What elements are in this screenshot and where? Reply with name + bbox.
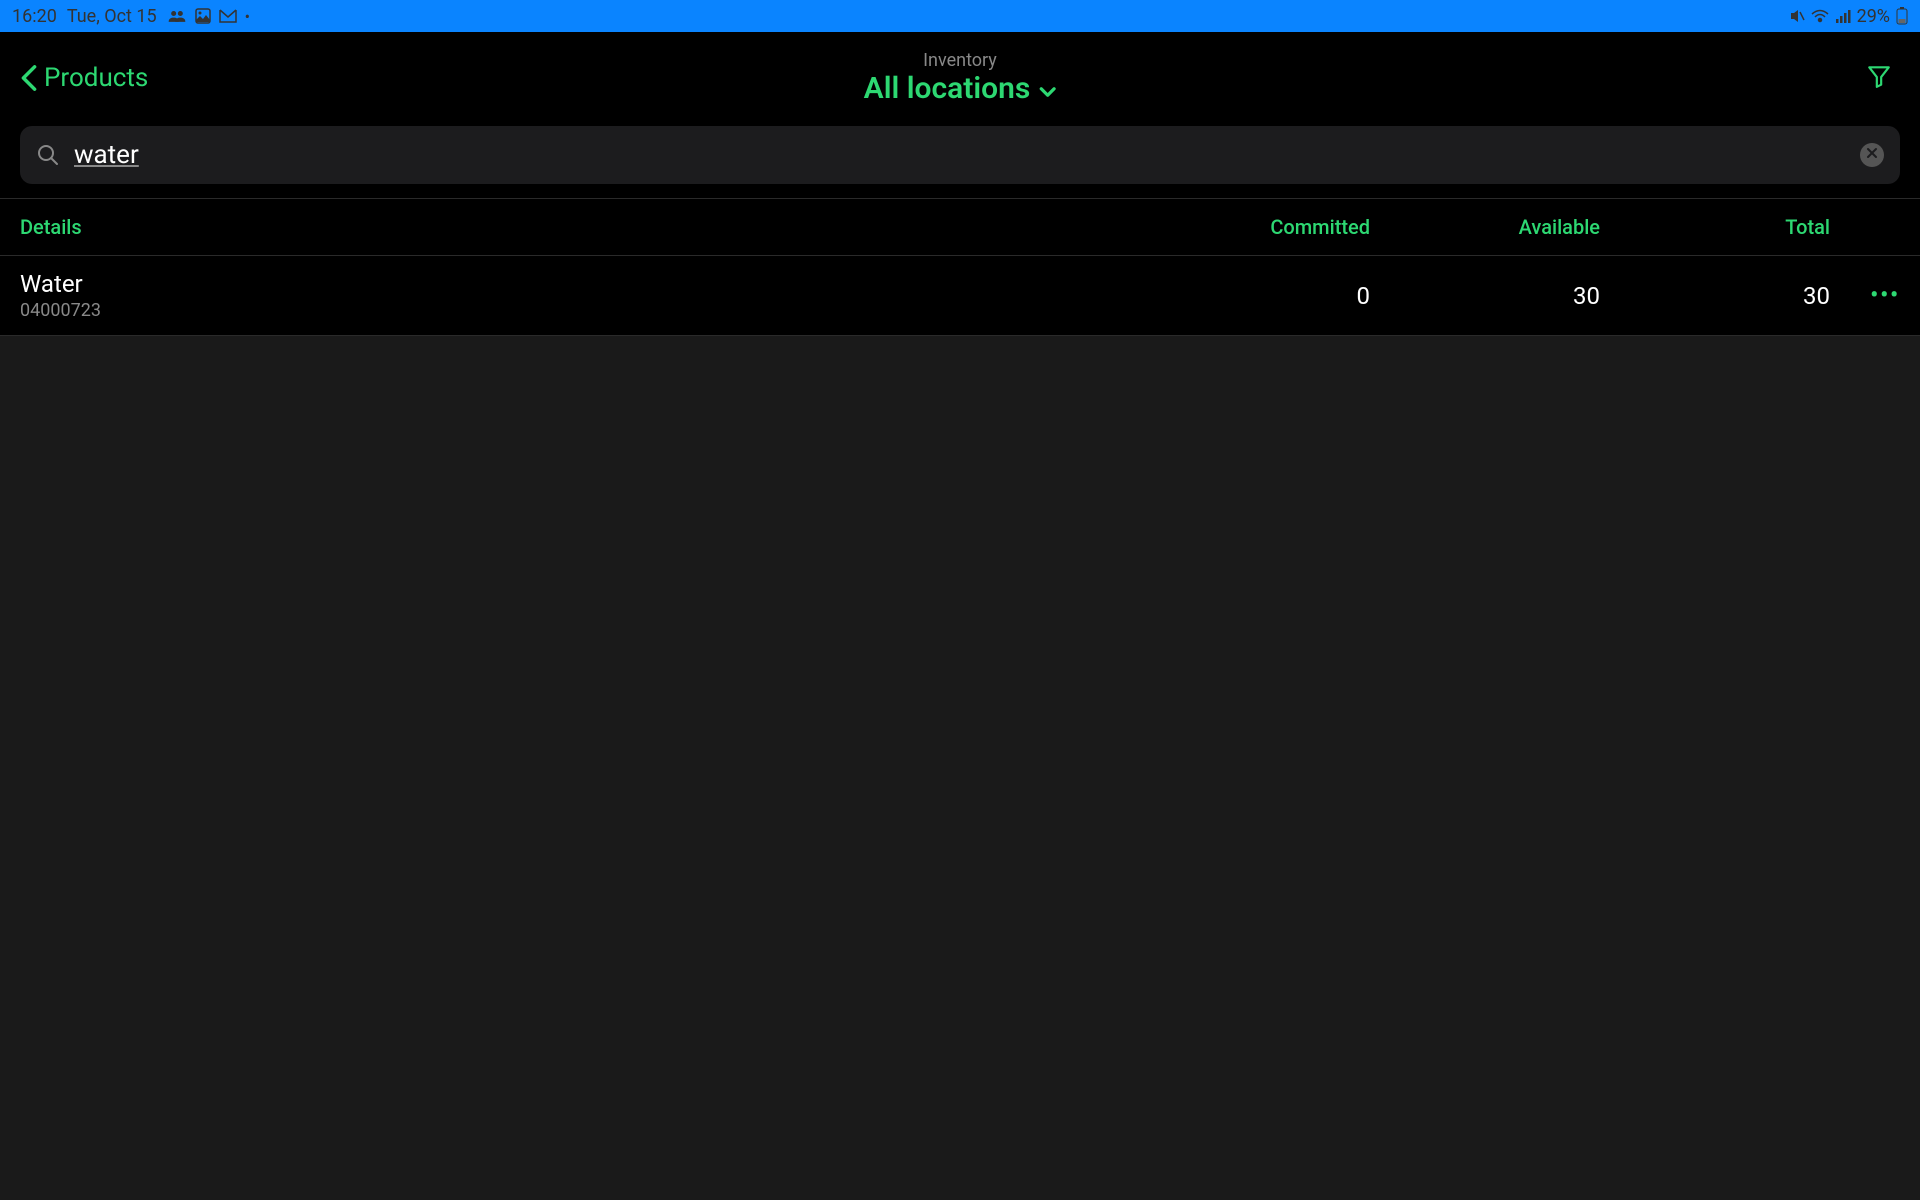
battery-icon	[1896, 7, 1908, 25]
close-icon	[1866, 147, 1878, 163]
status-right: 29%	[1789, 6, 1908, 27]
location-selector[interactable]: All locations	[864, 71, 1057, 106]
status-time: 16:20	[12, 6, 57, 27]
back-label: Products	[44, 63, 148, 93]
image-icon	[195, 8, 211, 24]
search-input[interactable]	[74, 140, 1846, 170]
status-app-icons: •	[167, 7, 250, 26]
status-bar: 16:20 Tue, Oct 15 • 29%	[0, 0, 1920, 32]
dot-icon: •	[245, 7, 250, 26]
column-total[interactable]: Total	[1600, 215, 1830, 239]
table-header: Details Committed Available Total	[0, 199, 1920, 256]
mute-icon	[1789, 8, 1805, 24]
product-sku: 04000723	[20, 300, 1140, 321]
status-left: 16:20 Tue, Oct 15 •	[12, 6, 250, 27]
filter-button[interactable]	[1858, 55, 1900, 101]
more-icon: •••	[1870, 283, 1900, 308]
mail-icon	[219, 9, 237, 23]
column-available[interactable]: Available	[1370, 215, 1600, 239]
wifi-icon	[1811, 9, 1829, 23]
clear-search-button[interactable]	[1860, 143, 1884, 167]
people-icon	[167, 9, 187, 23]
row-committed: 0	[1140, 282, 1370, 310]
row-available: 30	[1370, 282, 1600, 310]
column-committed[interactable]: Committed	[1140, 215, 1370, 239]
column-details[interactable]: Details	[20, 215, 1140, 239]
row-total: 30	[1600, 282, 1830, 310]
search-field[interactable]	[20, 126, 1900, 184]
status-date: Tue, Oct 15	[67, 6, 157, 27]
filter-icon	[1866, 74, 1892, 93]
back-button[interactable]: Products	[20, 63, 148, 93]
table-row[interactable]: Water 04000723 0 30 30 •••	[0, 256, 1920, 336]
row-details: Water 04000723	[20, 270, 1140, 321]
chevron-left-icon	[20, 64, 38, 92]
page-subtitle: Inventory	[923, 50, 997, 71]
signal-icon	[1835, 9, 1851, 23]
search-icon	[36, 143, 60, 167]
row-more-button[interactable]: •••	[1830, 283, 1900, 308]
location-label: All locations	[864, 71, 1031, 106]
battery-percent: 29%	[1857, 6, 1890, 27]
chevron-down-icon	[1038, 71, 1056, 106]
product-name: Water	[20, 270, 1140, 298]
app-header: Products Inventory All locations	[0, 32, 1920, 118]
